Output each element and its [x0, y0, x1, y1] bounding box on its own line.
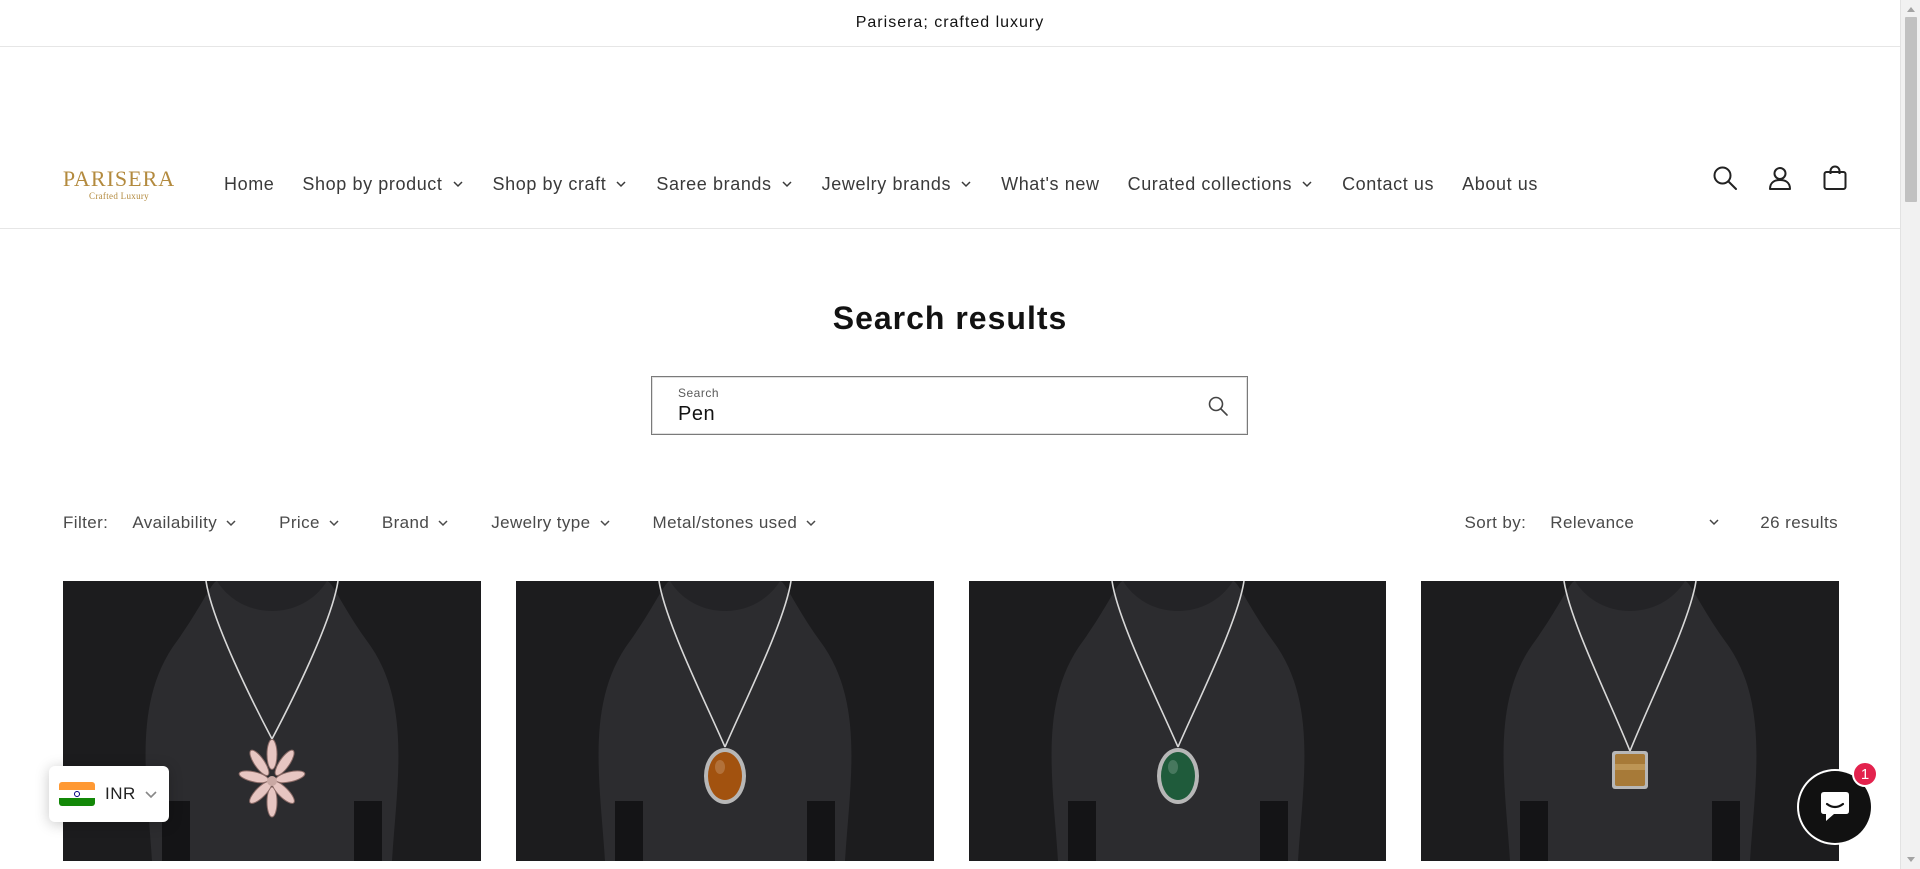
- filter-facet-label: Brand: [381, 513, 430, 532]
- sort-area: Sort by: Relevance 26 results: [1465, 513, 1838, 533]
- announcement-bar: Parisera; crafted luxury: [0, 0, 1900, 47]
- result-count: 26 results: [1760, 513, 1838, 532]
- header-icons: [1710, 163, 1850, 193]
- filter-jewelry-type[interactable]: Jewelry type: [491, 513, 610, 533]
- filter-metal-stones-used[interactable]: Metal/stones used: [653, 513, 818, 533]
- chevron-down-icon: [144, 787, 158, 801]
- nav-item-label: Curated collections: [1127, 173, 1293, 194]
- product-image: [515, 581, 934, 861]
- sort-select[interactable]: Relevance: [1550, 513, 1720, 533]
- nav-item-curated-collections[interactable]: Curated collections: [1114, 167, 1328, 201]
- scrollbar[interactable]: [1900, 0, 1920, 869]
- nav-item-label: Saree brands: [656, 173, 772, 194]
- nav-item-label: Shop by product: [302, 173, 443, 194]
- nav-item-shop-by-product[interactable]: Shop by product: [288, 167, 478, 201]
- main-nav: Home Shop by product Shop by craft Saree br…: [210, 167, 1552, 201]
- currency-code: INR: [105, 784, 136, 803]
- search-submit-icon[interactable]: [1205, 393, 1231, 419]
- chevron-down-icon: [1708, 513, 1720, 533]
- filter-bar: Filter: Availability Price Brand Jewelry ty…: [63, 508, 1838, 538]
- nav-item-label: Jewelry brands: [821, 173, 952, 194]
- chevron-down-icon: [225, 517, 237, 529]
- chevron-down-icon: [614, 177, 628, 191]
- product-card[interactable]: [1421, 581, 1839, 861]
- nav-item-shop-by-craft[interactable]: Shop by craft: [479, 167, 643, 201]
- nav-item-what-s-new[interactable]: What's new: [987, 167, 1113, 201]
- chat-notification-badge: 1: [1852, 761, 1878, 787]
- announcement-text: Parisera; crafted luxury: [855, 14, 1045, 31]
- product-grid: [63, 581, 1839, 861]
- nav-item-saree-brands[interactable]: Saree brands: [642, 167, 807, 201]
- nav-item-label: What's new: [1001, 173, 1100, 194]
- chevron-down-icon: [451, 177, 465, 191]
- currency-selector[interactable]: INR: [49, 766, 169, 822]
- page-title: Search results: [832, 300, 1068, 336]
- filter-facet-label: Availability: [132, 513, 218, 532]
- account-icon[interactable]: [1765, 163, 1795, 193]
- chevron-down-icon: [328, 517, 340, 529]
- product-image: [968, 581, 1387, 861]
- search-field[interactable]: Search Pen: [651, 376, 1248, 435]
- india-flag-icon: [59, 782, 95, 806]
- chevron-down-icon: [437, 517, 449, 529]
- scroll-up-icon[interactable]: [1906, 4, 1916, 14]
- filter-facet-label: Metal/stones used: [652, 513, 798, 532]
- site-header: PARISERA Crafted Luxury Home Shop by prod…: [0, 47, 1900, 229]
- product-image: [1421, 581, 1839, 861]
- chevron-down-icon: [780, 177, 794, 191]
- scrollbar-thumb[interactable]: [1905, 17, 1917, 202]
- chevron-down-icon: [805, 517, 817, 529]
- chevron-down-icon: [1300, 177, 1314, 191]
- cart-icon[interactable]: [1820, 163, 1850, 193]
- filter-facet-label: Jewelry type: [491, 513, 591, 532]
- product-card[interactable]: [968, 581, 1387, 861]
- search-input[interactable]: Pen: [678, 403, 715, 426]
- nav-item-label: Shop by craft: [492, 173, 607, 194]
- nav-item-label: About us: [1462, 173, 1538, 194]
- sort-value: Relevance: [1550, 513, 1635, 532]
- search-label: Search: [678, 386, 720, 400]
- filter-facets: Availability Price Brand Jewelry type Metal/…: [132, 513, 859, 533]
- chevron-down-icon: [599, 517, 611, 529]
- logo-tagline: Crafted Luxury: [89, 191, 149, 201]
- logo[interactable]: PARISERA Crafted Luxury: [62, 166, 176, 202]
- nav-item-contact-us[interactable]: Contact us: [1328, 167, 1448, 201]
- product-card[interactable]: [515, 581, 934, 861]
- filter-label: Filter:: [63, 513, 109, 532]
- filter-facet-label: Price: [279, 513, 320, 532]
- filter-availability[interactable]: Availability: [132, 513, 237, 533]
- sort-label: Sort by:: [1464, 513, 1527, 532]
- nav-item-label: Contact us: [1342, 173, 1435, 194]
- nav-item-jewelry-brands[interactable]: Jewelry brands: [808, 167, 987, 201]
- search-icon[interactable]: [1710, 163, 1740, 193]
- filter-brand[interactable]: Brand: [382, 513, 449, 533]
- chevron-down-icon: [959, 177, 973, 191]
- logo-wordmark: PARISERA: [62, 166, 176, 191]
- nav-item-about-us[interactable]: About us: [1448, 167, 1552, 201]
- filter-price[interactable]: Price: [279, 513, 340, 533]
- page: Parisera; crafted luxury PARISERA Crafte…: [0, 0, 1900, 869]
- nav-item-home[interactable]: Home: [210, 167, 288, 201]
- nav-item-label: Home: [224, 173, 275, 194]
- scroll-down-icon[interactable]: [1906, 855, 1916, 865]
